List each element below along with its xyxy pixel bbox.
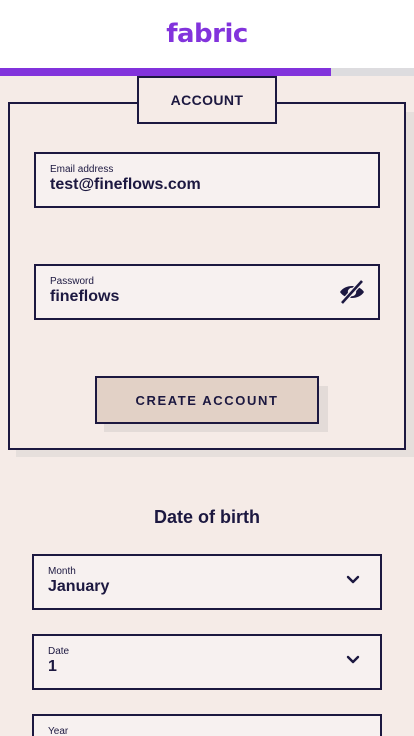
email-label: Email address [50,164,114,175]
fabric-logo[interactable]: fabric [166,19,248,49]
eye-off-icon[interactable] [338,279,366,305]
create-account-button[interactable]: CREATE ACCOUNT [95,376,319,424]
date-label: Date [48,646,70,657]
password-input[interactable] [50,288,300,306]
date-select[interactable]: Date 1 [32,634,382,690]
date-value: 1 [48,658,57,675]
password-label: Password [50,276,94,287]
month-select[interactable]: Month January [32,554,382,610]
date-of-birth-title: Date of birth [154,507,260,527]
month-label: Month [48,566,76,577]
year-select[interactable]: Year [32,714,382,736]
email-field[interactable]: Email address [34,152,380,208]
chevron-down-icon[interactable] [346,655,360,665]
account-tab-label: ACCOUNT [137,76,277,124]
month-value: January [48,578,110,595]
app-header: fabric [0,0,414,68]
progress-bar [0,68,414,76]
password-field[interactable]: Password [34,264,380,320]
chevron-down-icon[interactable] [346,575,360,585]
progress-fill [0,68,332,76]
year-label: Year [48,726,69,736]
email-input[interactable] [50,176,330,194]
